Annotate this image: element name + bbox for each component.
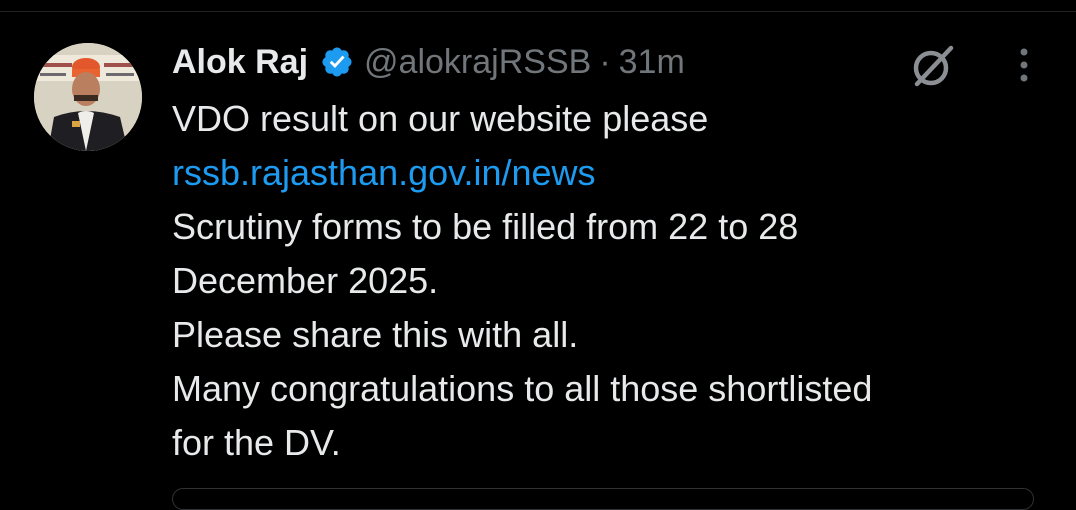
tweet-line-4: December 2025. bbox=[172, 260, 439, 301]
avatar[interactable] bbox=[34, 43, 142, 151]
grok-icon[interactable] bbox=[909, 42, 957, 90]
website-link[interactable]: rssb.rajasthan.gov.in/news bbox=[172, 146, 1032, 200]
avatar-image bbox=[34, 43, 142, 151]
tweet-line-3: Scrutiny forms to be filled from 22 to 2… bbox=[172, 206, 799, 247]
tweet-line-6: Many congratulations to all those shortl… bbox=[172, 368, 873, 409]
timestamp[interactable]: 31m bbox=[619, 43, 685, 82]
header-separator: · bbox=[599, 42, 611, 81]
author-handle[interactable]: @alokrajRSSB bbox=[364, 43, 591, 82]
tweet-line-7: for the DV. bbox=[172, 422, 341, 463]
verified-badge-icon[interactable] bbox=[320, 45, 354, 79]
tweet-header: Alok Raj @alokrajRSSB · 31m bbox=[172, 38, 685, 86]
more-options-icon[interactable] bbox=[1010, 44, 1038, 86]
top-divider bbox=[0, 11, 1076, 12]
tweet-body: VDO result on our website please rssb.ra… bbox=[172, 92, 1032, 470]
media-card-edge[interactable] bbox=[172, 488, 1034, 510]
author-name[interactable]: Alok Raj bbox=[172, 43, 308, 82]
tweet-line-1: VDO result on our website please bbox=[172, 98, 709, 139]
tweet-line-5: Please share this with all. bbox=[172, 314, 579, 355]
